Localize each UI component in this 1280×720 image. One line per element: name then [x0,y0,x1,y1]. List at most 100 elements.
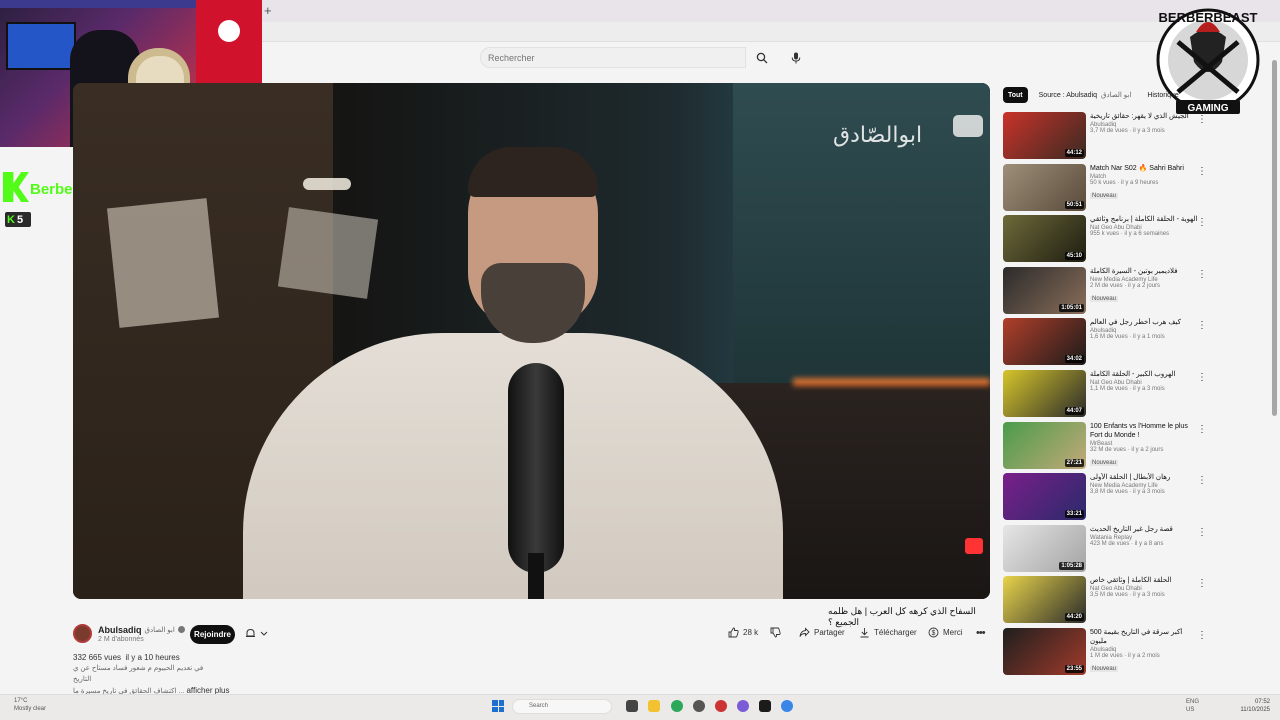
recommendation-meta: 423 M de vues · il y a 8 ans [1090,541,1164,547]
recommendation-item[interactable]: 45:10 الهوية - الحلقة الكاملة | برنامج وث… [1003,215,1213,263]
recommendation-title[interactable]: الحلقة الكاملة | وثائقي خاص [1090,576,1198,585]
recommendation-thumbnail[interactable]: 23:55 [1003,628,1086,675]
voice-search-button[interactable] [786,48,806,68]
recommendation-item[interactable]: 1:05:01 فلاديمير بوتين - السيرة الكاملة Ne… [1003,267,1213,315]
share-label: Partager [814,628,845,637]
recommendation-title[interactable]: كيف هرب أخطر رجل في العالم [1090,318,1198,327]
recommendation-info: الهروب الكبير - الحلقة الكاملة Nat Geo Ab… [1090,370,1198,392]
recommendation-info: أكبر سرقة في التاريخ بقيمة 500 مليون Abul… [1090,628,1198,673]
more-vertical-icon[interactable]: ⋮ [1197,320,1207,331]
recommendation-thumbnail[interactable]: 33:21 [1003,473,1086,520]
channel-name[interactable]: Abulsadiq [98,625,142,635]
more-vertical-icon[interactable]: ⋮ [1197,269,1207,280]
recommendation-item[interactable]: 50:51 Match Nar S02 🔥 Sahri Bahri Match 50 … [1003,164,1213,212]
more-vertical-icon[interactable]: ⋮ [1197,166,1207,177]
browser-icon[interactable] [781,700,793,712]
wall-photos-2 [277,207,379,299]
recommendation-info: رهان الأبطال | الحلقة الأولى New Media Ac… [1090,473,1198,495]
recommendation-meta: 32 M de vues · il y a 2 jours [1090,447,1164,453]
recommendation-item[interactable]: 34:02 كيف هرب أخطر رجل في العالم Abulsadiq… [1003,318,1213,366]
system-clock[interactable]: 07:52 11/10/2025 [1236,698,1270,714]
recommendation-thumbnail[interactable]: 1:05:28 [1003,525,1086,572]
download-icon [860,628,869,638]
thanks-button[interactable]: $ Merci [928,627,963,638]
new-tab-button[interactable]: + [264,3,272,18]
search-box[interactable] [480,47,746,68]
more-vertical-icon[interactable]: ⋮ [1197,475,1207,486]
recommendation-thumbnail[interactable]: 27:21 [1003,422,1086,469]
wall-photos [107,198,219,328]
search-button[interactable] [746,47,778,68]
app-icon-1[interactable] [715,700,727,712]
recommendation-thumbnail[interactable]: 34:02 [1003,318,1086,365]
kick-app-icon[interactable] [759,700,771,712]
more-vertical-icon[interactable]: ⋮ [1197,527,1207,538]
video-player[interactable]: ابوالصّادق [73,83,990,599]
channel-owner[interactable]: Abulsadiq ابو الصادق 2 M d'abonnés [73,624,185,643]
video-duration: 34:02 [1064,355,1084,363]
share-button[interactable]: Partager [799,627,845,638]
recommendation-title[interactable]: فلاديمير بوتين - السيرة الكاملة [1090,267,1198,276]
recommendation-title[interactable]: 100 Enfants vs l'Homme le plus Fort du M… [1090,422,1198,440]
windows-start-icon[interactable] [492,700,504,712]
download-button[interactable]: Télécharger [859,627,917,638]
like-button[interactable]: 28 k [728,627,758,638]
recommendation-thumbnail[interactable]: 50:51 [1003,164,1086,211]
more-vertical-icon[interactable]: ⋮ [1197,578,1207,589]
recommendation-title[interactable]: الهروب الكبير - الحلقة الكاملة [1090,370,1198,379]
recommendation-thumbnail[interactable]: 1:05:01 [1003,267,1086,314]
recommendation-item[interactable]: 44:20 الحلقة الكاملة | وثائقي خاص Nat Geo … [1003,576,1213,624]
recommendation-item[interactable]: 27:21 100 Enfants vs l'Homme le plus Fort… [1003,422,1213,470]
recommendation-title[interactable]: الجيش الذي لا يقهر: حقائق تاريخية [1090,112,1198,121]
channel-name-row[interactable]: Abulsadiq ابو الصادق [98,625,185,635]
recommendation-title[interactable]: رهان الأبطال | الحلقة الأولى [1090,473,1198,482]
chrome-icon[interactable] [671,700,683,712]
dislike-button[interactable] [770,627,781,638]
chip-history[interactable]: Historique [1142,87,1184,103]
recommendation-info: Match Nar S02 🔥 Sahri Bahri Match 50 k vue… [1090,164,1198,200]
recommendation-title[interactable]: Match Nar S02 🔥 Sahri Bahri [1090,164,1198,173]
chip-all[interactable]: Tout [1003,87,1028,103]
lang-code: ENG [1186,699,1200,705]
chip-source[interactable]: Source : Abulsadiq ابو الصادق [1034,87,1137,103]
description-line-1: في تعديم الحبيوم م شعور فساد مستاح عن ي [73,665,204,672]
more-vertical-icon[interactable]: ⋮ [1197,217,1207,228]
bell-icon [246,628,255,637]
more-vertical-icon[interactable]: ⋮ [1197,424,1207,435]
language-indicator[interactable]: ENG US [1186,698,1199,714]
more-vertical-icon[interactable]: ⋮ [1197,114,1207,125]
page-scrollbar[interactable] [1272,60,1277,416]
recommendation-thumbnail[interactable]: 44:07 [1003,370,1086,417]
channel-watermark: ابوالصّادق [833,123,923,148]
recommendation-title[interactable]: الهوية - الحلقة الكاملة | برنامج وثائقي [1090,215,1198,224]
recommendation-item[interactable]: 44:07 الهروب الكبير - الحلقة الكاملة Nat G… [1003,370,1213,418]
obs-icon[interactable] [693,700,705,712]
recommendation-meta: 955 k vues · il y a 6 semaines [1090,231,1170,237]
discord-icon[interactable] [737,700,749,712]
task-view-icon[interactable] [626,700,638,712]
search-input[interactable] [481,48,745,67]
taskbar-search[interactable]: Search [512,699,612,714]
notification-bell-button[interactable] [245,628,268,639]
recommendation-info: الهوية - الحلقة الكاملة | برنامج وثائقي N… [1090,215,1198,237]
recommendation-item[interactable]: 23:55 أكبر سرقة في التاريخ بقيمة 500 مليو… [1003,628,1213,676]
youtube-corner-icon[interactable] [965,538,983,554]
channel-avatar[interactable] [73,624,92,643]
recommendation-item[interactable]: 33:21 رهان الأبطال | الحلقة الأولى New Med… [1003,473,1213,521]
more-actions-button[interactable]: ••• [976,627,986,639]
watermark-play-icon [953,115,983,137]
recommendation-item[interactable]: 1:05:28 قصة رجل غير التاريخ الحديث Watania… [1003,525,1213,573]
browser-tabstrip [262,0,1280,22]
more-vertical-icon[interactable]: ⋮ [1197,630,1207,641]
recommendation-item[interactable]: 44:12 الجيش الذي لا يقهر: حقائق تاريخية Ab… [1003,112,1213,160]
more-vertical-icon[interactable]: ⋮ [1197,372,1207,383]
recommendation-meta: 3,7 M de vues · il y a 3 mois [1090,128,1165,134]
recommendation-title[interactable]: قصة رجل غير التاريخ الحديث [1090,525,1198,534]
recommendation-thumbnail[interactable]: 45:10 [1003,215,1086,262]
file-explorer-icon[interactable] [648,700,660,712]
recommendation-thumbnail[interactable]: 44:20 [1003,576,1086,623]
recommendation-title[interactable]: أكبر سرقة في التاريخ بقيمة 500 مليون [1090,628,1198,646]
recommendation-thumbnail[interactable]: 44:12 [1003,112,1086,159]
weather-widget[interactable]: 17°C Mostly clear [14,697,46,713]
join-button[interactable]: Rejoindre [190,625,235,644]
